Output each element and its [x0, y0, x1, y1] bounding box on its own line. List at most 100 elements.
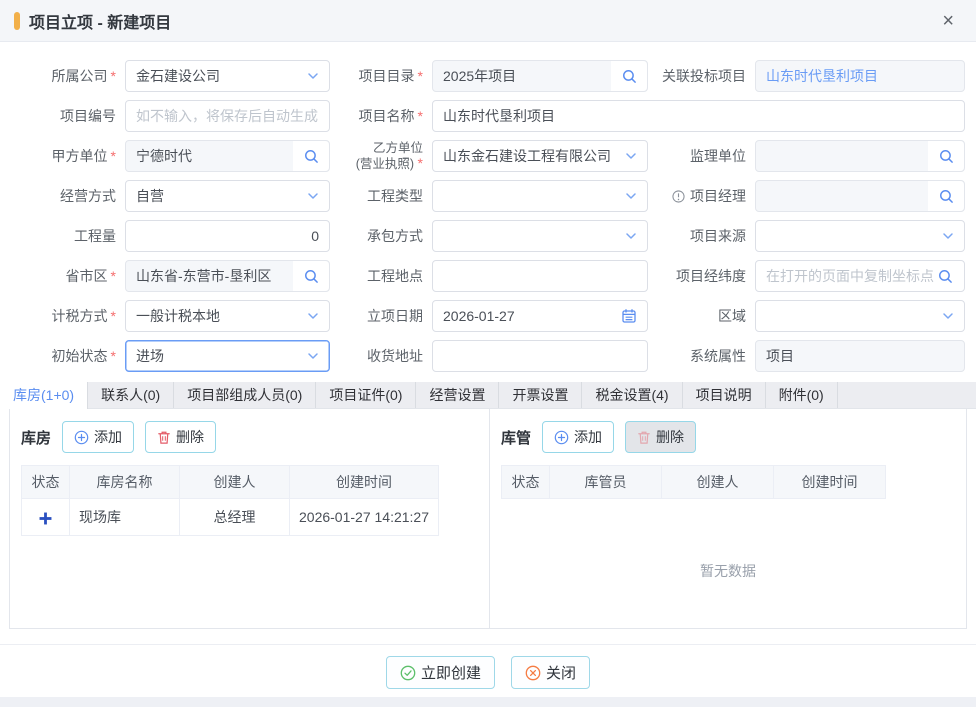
supervisor-label: 监理单位	[648, 148, 755, 164]
close-icon[interactable]: ×	[942, 11, 954, 31]
keeper-delete-button[interactable]: 删除	[625, 421, 696, 453]
dialog-footer: 立即创建 关闭	[0, 644, 976, 697]
tab-certificates[interactable]: 项目证件(0)	[316, 382, 416, 408]
search-icon[interactable]	[611, 61, 647, 91]
project-code-label: 项目编号	[0, 108, 125, 124]
required-mark: *	[111, 348, 116, 364]
warehouse-table: 状态 库房名称 创建人 创建时间 现场库 总经理 2026-01-27 14:2…	[21, 465, 439, 536]
coords-label: 项目经纬度	[648, 268, 755, 284]
bid-project-field: 山东时代垦利项目	[755, 60, 965, 92]
detail-tabs: 库房(1+0) 联系人(0) 项目部组成人员(0) 项目证件(0) 经营设置 开…	[0, 382, 976, 409]
warehouse-table-header: 状态 库房名称 创建人 创建时间	[22, 466, 439, 499]
x-circle-icon	[525, 665, 541, 681]
date-label: 立项日期	[330, 308, 432, 324]
delivery-addr-input[interactable]	[432, 340, 648, 372]
sys-attr-label: 系统属性	[648, 348, 755, 364]
tab-tax-settings[interactable]: 税金设置(4)	[582, 382, 682, 408]
location-label: 工程地点	[330, 268, 432, 284]
mgmt-mode-select[interactable]: 自营	[125, 180, 330, 212]
keeper-table-header: 状态 库管员 创建人 创建时间	[502, 466, 886, 499]
tab-members[interactable]: 项目部组成人员(0)	[174, 382, 316, 408]
required-mark: *	[111, 308, 116, 324]
keeper-table: 状态 库管员 创建人 创建时间	[501, 465, 886, 499]
chevron-down-icon	[942, 310, 954, 322]
project-source-select[interactable]	[755, 220, 965, 252]
party-b-label: 乙方单位(营业执照) *	[330, 141, 432, 172]
empty-data-text: 暂无数据	[501, 561, 955, 581]
warehouse-panel: 库房 添加 删除 状态 库房名称 创建人 创建时间	[10, 409, 489, 628]
required-mark: *	[111, 268, 116, 284]
plus-circle-icon	[554, 430, 569, 445]
area-select[interactable]	[755, 300, 965, 332]
required-mark: *	[111, 148, 116, 164]
chevron-down-icon	[625, 150, 637, 162]
bid-project-label: 关联投标项目	[648, 68, 755, 84]
quantity-input[interactable]	[125, 220, 330, 252]
contract-mode-select[interactable]	[432, 220, 648, 252]
keeper-add-button[interactable]: 添加	[542, 421, 614, 453]
check-circle-icon	[400, 665, 416, 681]
page-background	[0, 697, 976, 707]
search-icon[interactable]	[293, 261, 329, 291]
project-manager-label: 项目经理	[648, 188, 755, 204]
plus-icon[interactable]	[39, 512, 52, 525]
project-name-label: 项目名称*	[330, 108, 432, 124]
tab-contacts[interactable]: 联系人(0)	[88, 382, 174, 408]
required-mark: *	[111, 68, 116, 84]
coords-input[interactable]	[755, 260, 965, 292]
catalog-label: 项目目录*	[330, 68, 432, 84]
location-input[interactable]	[432, 260, 648, 292]
init-status-select[interactable]: 进场	[125, 340, 330, 372]
tab-description[interactable]: 项目说明	[683, 382, 766, 408]
delivery-addr-label: 收货地址	[330, 348, 432, 364]
tab-invoice-settings[interactable]: 开票设置	[499, 382, 582, 408]
required-mark: *	[418, 108, 423, 124]
table-row[interactable]: 现场库 总经理 2026-01-27 14:21:27	[22, 499, 439, 536]
create-now-button[interactable]: 立即创建	[386, 656, 495, 689]
close-button[interactable]: 关闭	[511, 656, 590, 689]
dialog-title: 项目立项 - 新建项目	[29, 9, 171, 33]
party-b-select[interactable]: 山东金石建设工程有限公司	[432, 140, 648, 172]
party-a-label: 甲方单位*	[0, 148, 125, 164]
dialog-header: 项目立项 - 新建项目 ×	[0, 0, 976, 42]
warehouse-delete-button[interactable]: 删除	[145, 421, 216, 453]
project-code-input[interactable]	[125, 100, 330, 132]
search-icon[interactable]	[928, 181, 964, 211]
project-form: 所属公司* 金石建设公司 项目目录* 2025年项目 关联投标项目 山东时代垦利…	[0, 42, 976, 382]
tab-operation-settings[interactable]: 经营设置	[416, 382, 499, 408]
eng-type-select[interactable]	[432, 180, 648, 212]
region-picker[interactable]: 山东省-东营市-垦利区	[125, 260, 330, 292]
chevron-down-icon	[307, 310, 319, 322]
keeper-panel-title: 库管	[501, 427, 531, 448]
title-accent-bar	[14, 12, 20, 30]
chevron-down-icon	[307, 70, 319, 82]
company-select[interactable]: 金石建设公司	[125, 60, 330, 92]
tax-mode-select[interactable]: 一般计税本地	[125, 300, 330, 332]
supervisor-picker[interactable]	[755, 140, 965, 172]
party-a-picker[interactable]: 宁德时代	[125, 140, 330, 172]
project-name-input[interactable]	[432, 100, 965, 132]
keeper-panel: 库管 添加 删除 状态 库管员 创建人 创建时间 暂无数	[489, 409, 966, 628]
quantity-label: 工程量	[0, 228, 125, 244]
tab-attachments[interactable]: 附件(0)	[766, 382, 838, 408]
new-project-dialog: 项目立项 - 新建项目 × 所属公司* 金石建设公司 项目目录* 2025年项目…	[0, 0, 976, 697]
contract-mode-label: 承包方式	[330, 228, 432, 244]
chevron-down-icon	[307, 190, 319, 202]
required-mark: *	[418, 68, 423, 84]
catalog-picker[interactable]: 2025年项目	[432, 60, 648, 92]
warehouse-add-button[interactable]: 添加	[62, 421, 134, 453]
tab-warehouse[interactable]: 库房(1+0)	[0, 382, 88, 409]
calendar-icon[interactable]	[621, 308, 637, 324]
mgmt-mode-label: 经营方式	[0, 188, 125, 204]
sys-attr-field: 项目	[755, 340, 965, 372]
trash-icon	[637, 430, 651, 445]
search-icon[interactable]	[293, 141, 329, 171]
trash-icon	[157, 430, 171, 445]
warehouse-tab-content: 库房 添加 删除 状态 库房名称 创建人 创建时间	[9, 409, 967, 629]
project-manager-picker[interactable]	[755, 180, 965, 212]
chevron-down-icon	[307, 350, 319, 362]
chevron-down-icon	[625, 230, 637, 242]
date-picker[interactable]: 2026-01-27	[432, 300, 648, 332]
search-icon[interactable]	[937, 268, 954, 285]
search-icon[interactable]	[928, 141, 964, 171]
